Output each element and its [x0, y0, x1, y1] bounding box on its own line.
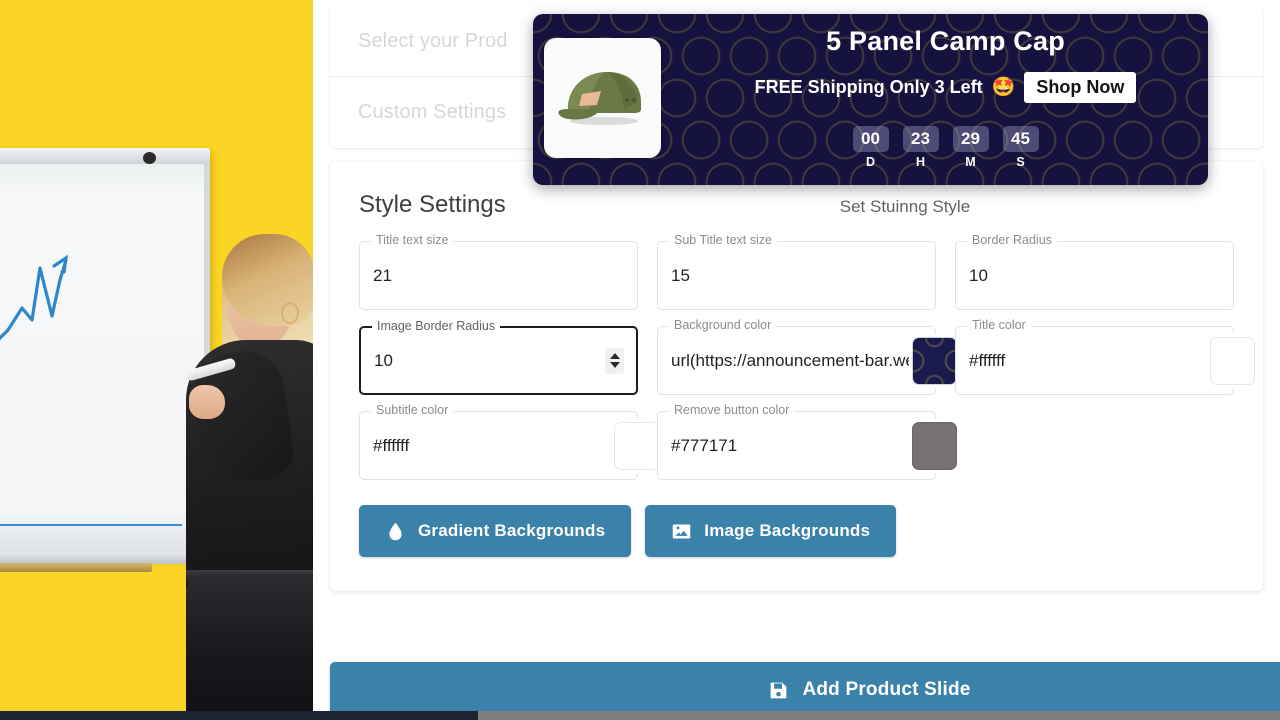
field-label: Image Border Radius	[372, 320, 501, 333]
horizontal-scrollbar[interactable]	[0, 711, 1280, 720]
add-product-slide-label: Add Product Slide	[802, 679, 971, 700]
announcement-bar-preview: 5 Panel Camp Cap FREE Shipping Only 3 Le…	[533, 14, 1208, 185]
shop-now-button[interactable]: Shop Now	[1024, 72, 1137, 103]
form-row-subtitle-remove: Subtitle color #ffffff Remove button col…	[359, 404, 1234, 480]
field-background-color: Background color url(https://announcemen…	[657, 319, 957, 395]
image-backgrounds-button[interactable]: Image Backgrounds	[645, 505, 897, 557]
person-hoop-earring	[281, 302, 299, 324]
field-remove-button-color: Remove button color #777171	[657, 404, 957, 480]
number-stepper[interactable]	[605, 347, 624, 374]
subtitle-color-input[interactable]: Subtitle color #ffffff	[359, 404, 638, 480]
remove-button-color-swatch[interactable]	[912, 421, 957, 470]
whiteboard-marker-tray	[0, 563, 152, 572]
field-value: #777171	[671, 435, 738, 455]
add-product-slide-button[interactable]: Add Product Slide	[330, 662, 1280, 718]
field-spacer	[955, 411, 1234, 480]
countdown-days: 00 D	[852, 126, 889, 169]
field-value: 15	[671, 265, 690, 285]
countdown-seconds: 45 S	[1002, 126, 1039, 169]
field-value: #ffffff	[373, 435, 410, 455]
accordion-item-label: Custom Settings	[358, 101, 507, 123]
background-color-input[interactable]: Background color url(https://announcemen…	[657, 319, 936, 395]
remove-button-color-input[interactable]: Remove button color #777171	[657, 404, 936, 480]
field-label: Title text size	[371, 234, 454, 247]
product-thumbnail	[544, 38, 661, 158]
person-hand	[189, 385, 225, 419]
star-struck-emoji-icon: 🤩	[991, 77, 1016, 98]
promo-photo	[0, 0, 313, 720]
whiteboard-magnet	[143, 152, 156, 164]
title-text-size-input[interactable]: Title text size 21	[359, 234, 638, 310]
announcement-title: 5 Panel Camp Cap	[826, 26, 1065, 56]
app-root: Select your Prod Custom Settings Style S…	[0, 0, 1280, 720]
field-subtitle-color: Subtitle color #ffffff	[359, 404, 659, 480]
whiteboard-top-rail	[0, 148, 210, 164]
field-label: Sub Title text size	[669, 234, 777, 247]
horizontal-scrollbar-thumb[interactable]	[0, 711, 478, 720]
countdown-minutes: 29 M	[952, 126, 989, 169]
page-title: Style Settings	[359, 191, 506, 218]
water-drop-icon	[385, 521, 406, 542]
field-value: 21	[373, 265, 392, 285]
announcement-subtitle-row: FREE Shipping Only 3 Left 🤩 Shop Now	[683, 72, 1208, 103]
style-settings-header: Style Settings Set Stuinng Style	[330, 191, 1263, 219]
form-row-radius-colors: Image Border Radius 10 Background color	[359, 319, 1255, 395]
countdown-unit: S	[1016, 155, 1025, 169]
save-floppy-icon	[768, 680, 789, 701]
field-value: 10	[374, 350, 393, 370]
countdown-value: 00	[852, 126, 889, 152]
field-border-radius: Border Radius 10	[955, 234, 1234, 310]
field-image-border-radius: Image Border Radius 10	[359, 320, 638, 395]
field-title-color: Title color #ffffff	[955, 319, 1255, 395]
countdown-value: 29	[952, 126, 989, 152]
field-label: Background color	[669, 319, 777, 332]
style-settings-card: Style Settings Set Stuinng Style Title t…	[330, 161, 1263, 591]
subtitle-color-swatch[interactable]	[614, 421, 659, 470]
image-border-radius-input[interactable]: Image Border Radius 10	[359, 320, 638, 395]
field-label: Border Radius	[967, 234, 1057, 247]
gradient-backgrounds-button[interactable]: Gradient Backgrounds	[359, 505, 632, 557]
image-backgrounds-label: Image Backgrounds	[704, 521, 871, 540]
countdown-unit: M	[965, 155, 976, 169]
style-settings-form: Title text size 21 Sub Title text size 1…	[330, 234, 1263, 480]
countdown-hours: 23 H	[902, 126, 939, 169]
countdown-unit: D	[865, 155, 876, 169]
form-row-sizes: Title text size 21 Sub Title text size 1…	[359, 234, 1234, 310]
style-settings-subtitle: Set Stuinng Style	[839, 197, 971, 216]
countdown-unit: H	[915, 155, 926, 169]
field-label: Title color	[967, 319, 1031, 332]
countdown-timer: 00 D 23 H 29 M 45 S	[683, 126, 1208, 169]
image-icon	[671, 521, 692, 542]
field-value: 10	[969, 265, 988, 285]
camp-cap-illustration	[558, 72, 641, 125]
field-title-text-size: Title text size 21	[359, 234, 638, 310]
field-sub-title-text-size: Sub Title text size 15	[657, 234, 936, 310]
title-color-input[interactable]: Title color #ffffff	[955, 319, 1234, 395]
whiteboard-baseline	[0, 524, 182, 526]
stepper-down-icon[interactable]	[609, 362, 620, 368]
title-color-swatch[interactable]	[1210, 336, 1255, 385]
background-type-buttons: Gradient Backgrounds Image Backgrounds	[330, 505, 1263, 557]
sub-title-text-size-input[interactable]: Sub Title text size 15	[657, 234, 936, 310]
field-label: Subtitle color	[371, 404, 454, 417]
accordion-item-label: Select your Prod	[358, 29, 508, 52]
field-value: url(https://announcement-bar.we	[671, 350, 915, 370]
announcement-bar-content: 5 Panel Camp Cap FREE Shipping Only 3 Le…	[533, 14, 1208, 185]
countdown-value: 23	[902, 126, 939, 152]
whiteboard-growth-chart	[0, 254, 69, 341]
announcement-subtitle: FREE Shipping Only 3 Left	[754, 77, 983, 97]
field-value: #ffffff	[969, 350, 1006, 370]
countdown-value: 45	[1002, 126, 1039, 152]
border-radius-input[interactable]: Border Radius 10	[955, 234, 1234, 310]
background-color-swatch[interactable]	[912, 336, 957, 385]
person-jeans	[186, 574, 313, 720]
field-label: Remove button color	[669, 404, 795, 417]
stepper-up-icon[interactable]	[609, 353, 620, 359]
gradient-backgrounds-label: Gradient Backgrounds	[418, 521, 606, 540]
